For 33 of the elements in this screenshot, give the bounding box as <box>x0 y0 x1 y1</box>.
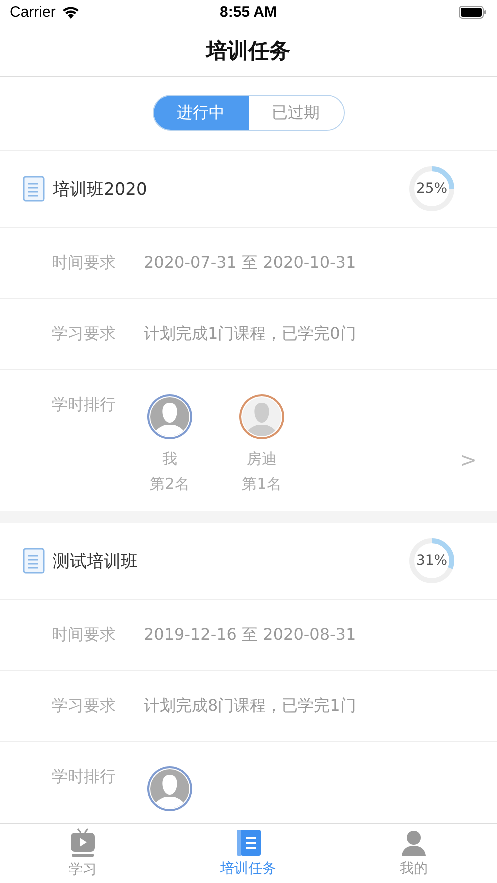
field-value: 计划完成8门课程，已学完1门 <box>144 696 356 716</box>
field-label: 时间要求 <box>52 252 117 274</box>
carrier-label: Carrier <box>10 4 56 21</box>
task-title: 培训班2020 <box>53 178 148 200</box>
task-title: 测试培训班 <box>53 550 139 572</box>
chevron-right-icon[interactable]: > <box>460 448 477 472</box>
page-title: 培训任务 <box>206 38 290 64</box>
tab-bar-item[interactable]: 培训任务 <box>166 824 332 883</box>
person-icon <box>401 829 428 857</box>
rank-label: 第2名 <box>150 475 190 494</box>
field-label: 学习要求 <box>52 696 117 716</box>
document-icon <box>23 548 45 574</box>
clock: 8:55 AM <box>220 4 277 21</box>
battery-icon <box>459 6 487 19</box>
person-name: 我 <box>162 450 178 469</box>
progress-label: 31% <box>415 552 449 571</box>
document-icon <box>23 176 45 202</box>
tv-icon <box>70 828 96 858</box>
field-value: 2019-12-16 至 2020-08-31 <box>144 624 356 646</box>
field-value: 2020-07-31 至 2020-10-31 <box>144 252 356 274</box>
segment-tab[interactable]: 进行中 <box>154 96 248 130</box>
field-label: 学时排行 <box>52 395 117 416</box>
wifi-icon <box>62 6 80 19</box>
field-label: 学时排行 <box>52 767 117 788</box>
book-icon <box>236 829 262 857</box>
tab-bar-item[interactable]: 我的 <box>331 824 497 883</box>
rank-label: 第1名 <box>242 475 282 494</box>
field-label: 学习要求 <box>52 324 117 344</box>
tab-bar-item[interactable]: 学习 <box>0 824 166 883</box>
person-name: 房迪 <box>247 450 277 469</box>
progress-label: 25% <box>415 180 449 199</box>
field-value: 计划完成1门课程，已学完0门 <box>144 324 356 344</box>
field-label: 时间要求 <box>52 624 117 646</box>
